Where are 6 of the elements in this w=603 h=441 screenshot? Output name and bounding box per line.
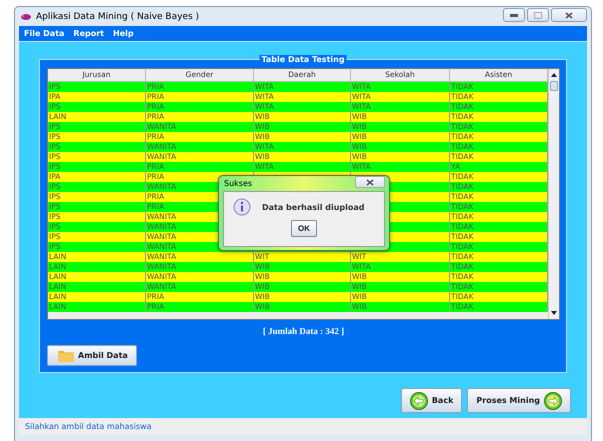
- panel-title: Table Data Testing: [259, 55, 347, 65]
- data-count: [ Jumlah Data : 342 ]: [262, 326, 346, 336]
- dialog-message: Data berhasil diupload: [262, 202, 365, 212]
- status-text: Silahkan ambil data mahasiswa: [25, 422, 152, 431]
- dialog-title: Sukses: [224, 179, 252, 188]
- window-title: Aplikasi Data Mining ( Naive Bayes ): [36, 12, 200, 22]
